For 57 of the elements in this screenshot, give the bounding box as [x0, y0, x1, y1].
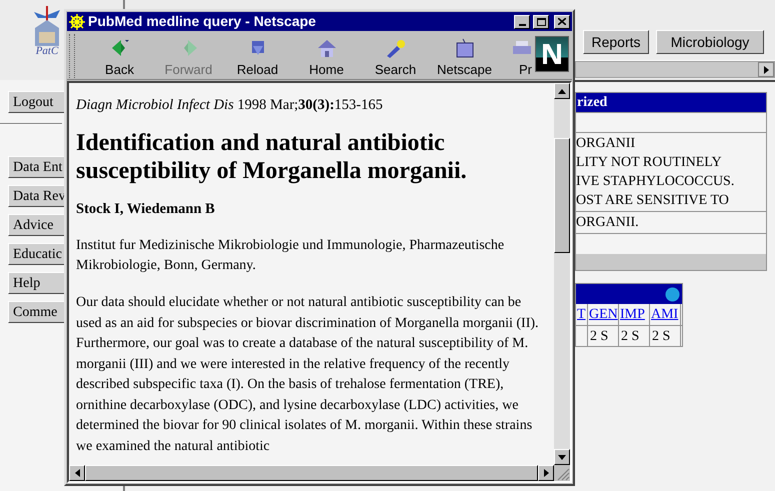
down-arrow-icon — [558, 454, 566, 460]
home-icon — [316, 38, 338, 58]
toolbar-button[interactable]: Home — [293, 34, 360, 78]
letter-n-logo-icon — [541, 42, 563, 66]
toolbar-button[interactable]: Netscape — [431, 34, 498, 78]
monitor-icon — [454, 38, 476, 58]
netscape-logo[interactable] — [535, 36, 569, 72]
left-arrow-icon — [74, 469, 80, 477]
panel-text: OST ARE SENSITIVE TO — [576, 192, 730, 210]
citation-text: Diagn Microbiol Infect Dis 1998 Mar;30(3):153-165 — [76, 96, 384, 115]
sidebar-button[interactable]: Help — [8, 272, 66, 294]
column-link[interactable]: IMP — [619, 304, 650, 325]
panel-text: LITY NOT ROUTINELY — [576, 154, 723, 172]
affiliation-text: Institut fur Medizinische Mikrobiologie und Immunologie, Pharmazeutische Mikrobiologie, Bonn, Germany. — [76, 237, 506, 275]
authors-text: Stock I, Wiedemann B — [76, 200, 216, 219]
column-link[interactable]: T — [576, 304, 588, 325]
scroll-down-button[interactable] — [554, 449, 570, 465]
scroll-up-button[interactable] — [554, 83, 570, 99]
panel-text: ORGANII. — [576, 214, 640, 232]
nav-button[interactable]: Microbiology — [656, 30, 764, 54]
toolbar-button[interactable]: Pr — [500, 34, 532, 78]
toolbar-button[interactable]: Search — [362, 34, 429, 78]
sidebar-button[interactable]: Logout — [8, 91, 66, 113]
panel-text: ORGANII — [576, 135, 636, 153]
table-cell: 2 S — [588, 326, 619, 346]
panel-header: rized — [576, 93, 766, 113]
logo-text: PatC — [36, 46, 58, 57]
scroll-thumb[interactable] — [554, 138, 570, 253]
nav-button[interactable]: Reports — [583, 30, 649, 54]
up-arrow-icon — [558, 88, 566, 94]
sidebar-button[interactable]: Advice — [8, 214, 66, 236]
horizontal-scrollbar[interactable] — [575, 61, 775, 78]
logo-icon — [32, 6, 62, 46]
table-cell: 2 S — [619, 326, 650, 346]
close-icon — [558, 18, 566, 25]
toolbar-button[interactable]: Reload — [224, 34, 291, 78]
right-arrow-icon — [544, 469, 548, 477]
abstract-text: Our data should elucidate whether or not natural antibiotic susceptibility can be used as an aid for subspecies or biovar discrimination of Morganella morganii (II). Furthermore, our goal was to create a database of the natural susceptibility of M. morganii (III) and we were interested in the relative frequency of the recently described subspecific taxa (I). On the basis of trehalose fermentation (TRE), ornithine decarboxylase (ODC), and lysine decarboxylase (LDC) activities, we determined the biovar for 90 clinical isolates of M. morganii. Within these strains we examined the natural antibiotic — [76, 294, 540, 456]
article-title: Identification and natural antibiotic susceptibility of Morganella morganii. — [76, 129, 468, 185]
sidebar-button[interactable]: Comme — [8, 301, 66, 323]
window-title: PubMed medline query - Netscape — [88, 12, 317, 31]
maximize-button[interactable] — [533, 14, 549, 28]
sidebar-button[interactable]: Data Rev — [8, 185, 66, 207]
close-button[interactable] — [554, 14, 570, 28]
toolbar-button[interactable]: Back — [86, 34, 153, 78]
vertical-scrollbar[interactable] — [554, 83, 570, 465]
right-arrow-icon — [764, 66, 768, 74]
toolbar-grip[interactable] — [69, 34, 75, 78]
sidebar-button[interactable]: Educatic — [8, 243, 66, 265]
column-link[interactable]: AMI — [650, 304, 681, 325]
table-cell: 2 S — [650, 326, 681, 346]
scroll-right-button[interactable] — [758, 62, 774, 77]
minimize-button[interactable] — [514, 14, 530, 28]
column-link[interactable]: GEN — [588, 304, 619, 325]
sidebar-button[interactable]: Data Ent — [8, 156, 66, 178]
scroll-left-button[interactable] — [69, 465, 85, 481]
panel-text: IVE STAPHYLOCOCCUS. — [576, 173, 736, 191]
